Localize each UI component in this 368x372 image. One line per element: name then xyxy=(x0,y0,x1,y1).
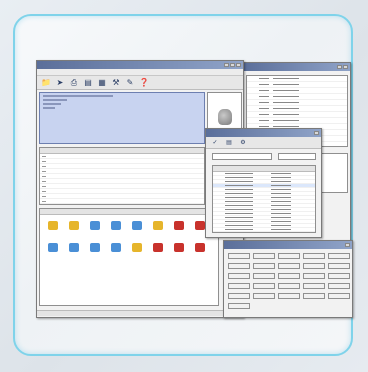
icons-panel-header xyxy=(40,209,218,215)
minimize-button[interactable] xyxy=(337,65,342,69)
chart-icon[interactable]: ▤ xyxy=(83,78,93,88)
keypad-button[interactable] xyxy=(278,273,300,279)
keypad-button[interactable] xyxy=(303,273,325,279)
keypad-button[interactable] xyxy=(253,283,275,289)
icon-item[interactable] xyxy=(88,221,102,236)
icon-item[interactable] xyxy=(193,243,207,258)
titlebar xyxy=(224,241,352,249)
server-icon xyxy=(132,221,142,230)
icon-item[interactable] xyxy=(172,243,186,258)
icon-item[interactable] xyxy=(67,243,81,258)
keypad-button[interactable] xyxy=(228,283,250,289)
keypad-button[interactable] xyxy=(228,303,250,309)
keypad-button[interactable] xyxy=(253,273,275,279)
server-icon xyxy=(111,221,121,230)
keypad-button[interactable] xyxy=(228,263,250,269)
icon-item[interactable] xyxy=(46,243,60,258)
icon-item[interactable] xyxy=(151,243,165,258)
keypad-button[interactable] xyxy=(328,263,350,269)
keypad-button[interactable] xyxy=(328,283,350,289)
keypad-button[interactable] xyxy=(278,263,300,269)
icon-item[interactable] xyxy=(130,243,144,258)
icon-item[interactable] xyxy=(151,221,165,236)
server-icon xyxy=(48,243,58,252)
icon-item[interactable] xyxy=(172,221,186,236)
keypad-button[interactable] xyxy=(303,283,325,289)
icon-item[interactable] xyxy=(130,221,144,236)
alert-icon xyxy=(174,221,184,230)
titlebar xyxy=(37,61,243,69)
keypad-button[interactable] xyxy=(228,273,250,279)
titlebar xyxy=(206,129,321,137)
user-icon xyxy=(69,221,79,230)
keypad-button[interactable] xyxy=(328,273,350,279)
keypad-button[interactable] xyxy=(278,253,300,259)
list-item[interactable] xyxy=(213,232,315,233)
events-table[interactable] xyxy=(39,147,205,205)
server-icon xyxy=(69,243,79,252)
icon-item[interactable] xyxy=(109,221,123,236)
keypad-button[interactable] xyxy=(278,283,300,289)
keypad-button[interactable] xyxy=(228,253,250,259)
status-bar xyxy=(37,310,243,316)
server-icon xyxy=(90,221,100,230)
server-icon xyxy=(111,243,121,252)
check-icon[interactable]: ✓ xyxy=(210,138,220,148)
icon-item[interactable] xyxy=(67,221,81,236)
alert-icon xyxy=(195,221,205,230)
keypad-button[interactable] xyxy=(328,293,350,299)
icon-item[interactable] xyxy=(109,243,123,258)
graph-icon[interactable]: ▦ xyxy=(97,78,107,88)
menubar[interactable] xyxy=(37,69,243,76)
folder-icon xyxy=(132,243,142,252)
maximize-button[interactable] xyxy=(230,63,235,67)
alert-icon xyxy=(174,243,184,252)
folder-icon[interactable]: 📁 xyxy=(41,78,51,88)
server-icon xyxy=(90,243,100,252)
help-icon[interactable]: ❓ xyxy=(139,78,149,88)
keypad-button[interactable] xyxy=(253,263,275,269)
filter-dropdown[interactable] xyxy=(212,153,272,160)
dialog-toolbar: ✓ ▤ ⚙ xyxy=(206,137,321,149)
titlebar xyxy=(244,63,350,71)
keypad-button[interactable] xyxy=(228,293,250,299)
globe-icon xyxy=(153,221,163,230)
toolbar: 📁 ➤ ⎙ ▤ ▦ ⚒ ✎ ❓ xyxy=(37,76,243,90)
keypad-window xyxy=(223,240,353,318)
selection-dialog: ✓ ▤ ⚙ xyxy=(205,128,322,238)
keypad-button[interactable] xyxy=(253,253,275,259)
table-row[interactable] xyxy=(40,199,204,204)
icons-panel[interactable] xyxy=(39,208,219,306)
close-button[interactable] xyxy=(343,65,348,69)
close-button[interactable] xyxy=(236,63,241,67)
summary-panel xyxy=(39,92,205,144)
filter-field[interactable] xyxy=(278,153,316,160)
keypad-button[interactable] xyxy=(303,263,325,269)
keypad-button[interactable] xyxy=(328,253,350,259)
summary-text xyxy=(40,93,204,111)
printer-icon[interactable]: ⎙ xyxy=(69,78,79,88)
keypad-button[interactable] xyxy=(278,293,300,299)
tools-icon[interactable]: ⚒ xyxy=(111,78,121,88)
alert-icon xyxy=(195,243,205,252)
minimize-button[interactable] xyxy=(224,63,229,67)
keypad-button[interactable] xyxy=(303,253,325,259)
filter-row xyxy=(212,153,316,161)
close-button[interactable] xyxy=(314,131,319,135)
gear-icon[interactable]: ⚙ xyxy=(238,138,248,148)
icon-item[interactable] xyxy=(88,243,102,258)
keypad-button[interactable] xyxy=(253,293,275,299)
arrow-icon[interactable]: ➤ xyxy=(55,78,65,88)
keypad-button[interactable] xyxy=(303,293,325,299)
icon-item[interactable] xyxy=(46,221,60,236)
dialog-list[interactable] xyxy=(212,165,316,233)
chart-icon[interactable]: ▤ xyxy=(224,138,234,148)
hand-image xyxy=(218,109,232,125)
close-button[interactable] xyxy=(345,243,350,247)
pen-icon[interactable]: ✎ xyxy=(125,78,135,88)
alert-icon xyxy=(153,243,163,252)
user-icon xyxy=(48,221,58,230)
